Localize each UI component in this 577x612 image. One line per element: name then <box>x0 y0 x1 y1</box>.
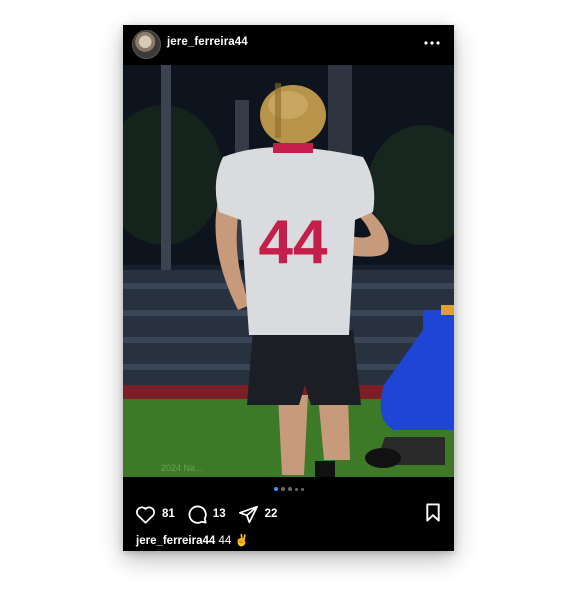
more-options-icon[interactable] <box>422 33 442 53</box>
post-photo[interactable]: 2024 Na... 44 <box>123 65 454 477</box>
comment-bubble-icon[interactable] <box>187 504 207 524</box>
carousel-dot <box>287 487 292 491</box>
carousel-dot <box>300 487 304 491</box>
comment-count: 13 <box>212 508 226 520</box>
caption-username[interactable]: jere_ferreira44 <box>136 535 215 547</box>
post-actions: 81 13 22 <box>135 503 289 525</box>
instagram-post-card: jere_ferreira44 2024 Na... 44 81 13 22 j… <box>123 25 454 551</box>
comment-button[interactable]: 13 <box>187 504 226 524</box>
carousel-dot <box>273 487 278 491</box>
share-count: 22 <box>264 508 278 520</box>
share-button[interactable]: 22 <box>238 505 278 524</box>
like-button[interactable]: 81 <box>135 505 175 524</box>
jersey-number: 44 <box>259 208 328 277</box>
post-caption: jere_ferreira44 44 ✌️ <box>136 533 249 547</box>
carousel-indicator <box>123 487 454 491</box>
like-count: 81 <box>162 508 175 520</box>
bookmark-icon[interactable] <box>425 503 441 527</box>
carousel-dot <box>280 487 285 491</box>
post-header: jere_ferreira44 <box>123 25 454 65</box>
avatar[interactable] <box>132 30 161 59</box>
heart-icon[interactable] <box>135 505 156 524</box>
svg-text:2024 Na...: 2024 Na... <box>161 463 203 473</box>
paper-plane-icon[interactable] <box>238 505 259 524</box>
post-username[interactable]: jere_ferreira44 <box>167 36 248 48</box>
carousel-dot <box>294 487 298 491</box>
caption-text: 44 ✌️ <box>218 535 249 547</box>
